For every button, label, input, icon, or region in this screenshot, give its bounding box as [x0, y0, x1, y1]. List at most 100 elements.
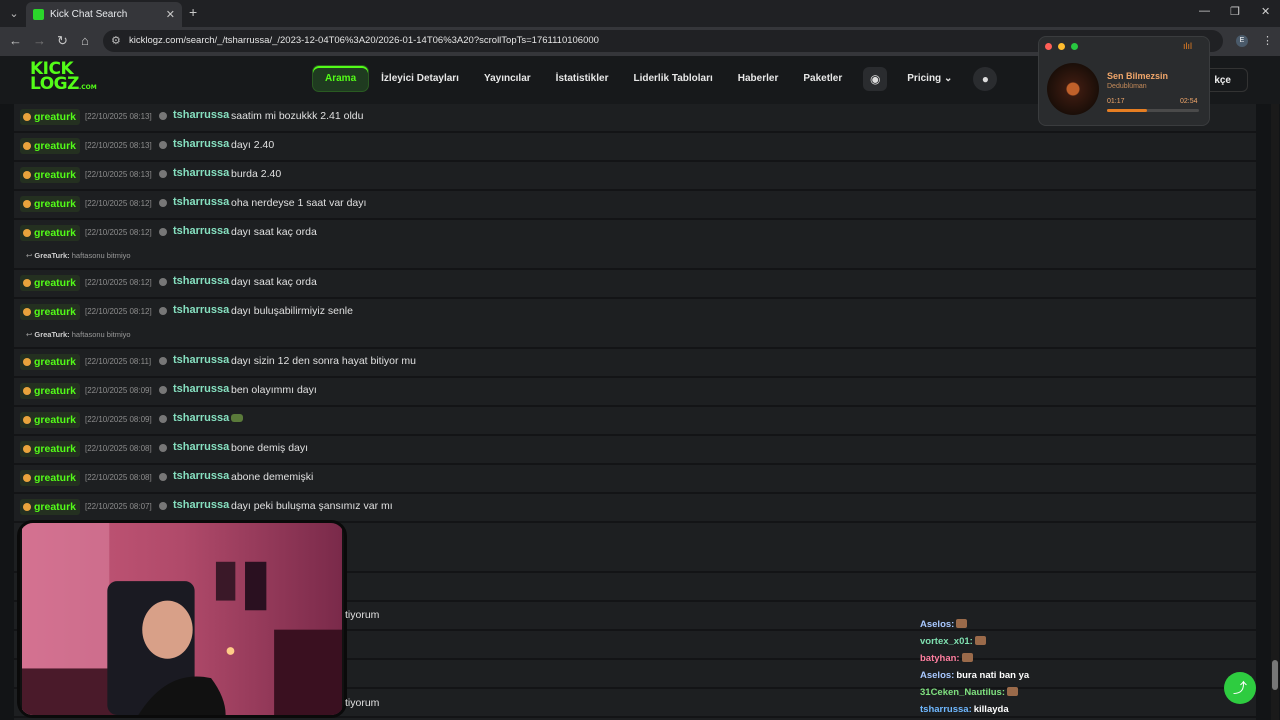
message-text: dayı saat kaç orda: [231, 276, 317, 288]
channel-badge[interactable]: greaturk: [20, 470, 81, 486]
info-icon[interactable]: [159, 502, 167, 510]
channel-avatar-icon: [23, 200, 31, 208]
channel-avatar-icon: [23, 445, 31, 453]
message-text: burda 2.40: [231, 168, 282, 180]
chat-message-row: greaturk [22/10/2025 08:13] tsharrussa burd…: [14, 162, 1256, 191]
message-username[interactable]: tsharrussa: [173, 412, 229, 424]
info-icon[interactable]: [159, 112, 167, 120]
share-button[interactable]: ⤴: [1224, 672, 1256, 704]
stream-chat-text: bura nati ban ya: [956, 670, 1030, 681]
info-icon[interactable]: [159, 278, 167, 286]
message-username[interactable]: tsharrussa: [173, 196, 229, 208]
chat-message-row: greaturk [22/10/2025 08:11] tsharrussa dayı…: [14, 349, 1256, 378]
minimize-dot-icon[interactable]: [1058, 43, 1065, 50]
chat-message-row: greaturk [22/10/2025 08:12] tsharrussa dayı…: [14, 299, 1256, 349]
kicklogz-logo[interactable]: KICK LOGZ.COM: [30, 61, 97, 98]
message-username[interactable]: tsharrussa: [173, 167, 229, 179]
song-artist: Dedublüman: [1107, 83, 1147, 90]
nav-izleyici-detaylari[interactable]: İzleyici Detayları: [369, 66, 471, 91]
stream-chat-line: batyhan:: [920, 650, 1029, 667]
message-username[interactable]: tsharrussa: [173, 383, 229, 395]
info-icon[interactable]: [159, 357, 167, 365]
emote-icon: [956, 619, 968, 628]
nav-liderlik-tablolari[interactable]: Liderlik Tabloları: [621, 66, 724, 91]
message-username[interactable]: tsharrussa: [173, 470, 229, 482]
channel-badge[interactable]: greaturk: [20, 304, 81, 320]
channel-badge[interactable]: greaturk: [20, 412, 81, 428]
channel-avatar-icon: [23, 171, 31, 179]
song-title: Sen Bilmezsin: [1107, 71, 1169, 81]
message-username[interactable]: tsharrussa: [173, 354, 229, 366]
channel-badge[interactable]: greaturk: [20, 167, 81, 183]
user-account-icon[interactable]: ●: [973, 66, 998, 91]
channel-badge[interactable]: greaturk: [20, 354, 81, 370]
reply-context: ↩ GreaTurk: haftasonu bitmiyo: [26, 251, 131, 260]
reload-icon[interactable]: ↻: [57, 33, 68, 49]
total-time: 02:54: [1180, 98, 1198, 105]
channel-badge[interactable]: greaturk: [20, 499, 81, 515]
info-icon[interactable]: [159, 170, 167, 178]
stream-chat-line: 31Ceken_Nautilus:: [920, 684, 1029, 701]
message-username[interactable]: tsharrussa: [173, 441, 229, 453]
message-username[interactable]: tsharrussa: [173, 499, 229, 511]
stream-chat-user: Aselos:: [920, 619, 955, 630]
info-icon[interactable]: [159, 415, 167, 423]
nav-pricing[interactable]: Pricing ⌄: [895, 66, 964, 91]
message-text: ben olayımmı dayı: [231, 384, 317, 396]
tab-search-icon[interactable]: ⌄: [6, 6, 22, 22]
info-icon[interactable]: [159, 228, 167, 236]
progress-fill: [1107, 109, 1148, 112]
info-icon[interactable]: [159, 307, 167, 315]
browser-menu-icon[interactable]: ⋮: [1262, 34, 1273, 47]
maximize-icon[interactable]: ❐: [1230, 5, 1240, 18]
info-icon[interactable]: [159, 386, 167, 394]
info-icon[interactable]: [159, 444, 167, 452]
progress-bar[interactable]: [1107, 109, 1199, 112]
nav-haberler[interactable]: Haberler: [726, 66, 791, 91]
nav-arama[interactable]: Arama: [313, 66, 369, 91]
message-timestamp: [22/10/2025 08:13]: [85, 112, 152, 121]
message-username[interactable]: tsharrussa: [173, 109, 229, 121]
back-icon[interactable]: ←: [9, 33, 22, 48]
close-dot-icon[interactable]: [1045, 43, 1052, 50]
stream-chat-text: killayda: [973, 704, 1009, 715]
nav-istatistikler[interactable]: İstatistikler: [544, 66, 621, 91]
scrollbar-track[interactable]: [1271, 104, 1279, 720]
minimize-icon[interactable]: —: [1199, 5, 1210, 17]
message-username[interactable]: tsharrussa: [173, 225, 229, 237]
forward-icon[interactable]: →: [33, 33, 46, 48]
message-timestamp: [22/10/2025 08:09]: [85, 415, 152, 424]
home-icon[interactable]: ⌂: [81, 33, 89, 48]
message-username[interactable]: tsharrussa: [173, 138, 229, 150]
info-icon[interactable]: [159, 199, 167, 207]
discord-icon[interactable]: ◉: [863, 66, 888, 91]
browser-tab[interactable]: Kick Chat Search ✕: [26, 2, 182, 27]
stream-chat-user: 31Ceken_Nautilus:: [920, 687, 1006, 698]
info-icon[interactable]: [159, 473, 167, 481]
message-timestamp: [22/10/2025 08:12]: [85, 199, 152, 208]
channel-badge[interactable]: greaturk: [20, 383, 81, 399]
message-username[interactable]: tsharrussa: [173, 275, 229, 287]
tab-close-icon[interactable]: ✕: [166, 8, 175, 21]
message-text: dayı saat kaç orda: [231, 226, 317, 238]
channel-badge[interactable]: greaturk: [20, 196, 81, 212]
channel-avatar-icon: [23, 387, 31, 395]
music-player-widget: ılıl Sen Bilmezsin Dedublüman 01:17 02:5…: [1038, 36, 1210, 126]
message-timestamp: [22/10/2025 08:12]: [85, 228, 152, 237]
channel-badge[interactable]: greaturk: [20, 441, 81, 457]
profile-avatar[interactable]: E: [1236, 35, 1248, 47]
channel-badge[interactable]: greaturk: [20, 109, 81, 125]
new-tab-icon[interactable]: +: [189, 4, 197, 20]
nav-yayincilar[interactable]: Yayıncılar: [472, 66, 543, 91]
scrollbar-thumb[interactable]: [1272, 660, 1278, 690]
info-icon[interactable]: [159, 141, 167, 149]
site-info-icon[interactable]: ⚙: [111, 34, 121, 47]
message-username[interactable]: tsharrussa: [173, 304, 229, 316]
channel-badge[interactable]: greaturk: [20, 225, 81, 241]
channel-badge[interactable]: greaturk: [20, 138, 81, 154]
kick-favicon-icon: [33, 9, 44, 20]
maximize-dot-icon[interactable]: [1071, 43, 1078, 50]
window-close-icon[interactable]: ✕: [1261, 5, 1270, 18]
channel-badge[interactable]: greaturk: [20, 275, 81, 291]
nav-paketler[interactable]: Paketler: [791, 66, 854, 91]
